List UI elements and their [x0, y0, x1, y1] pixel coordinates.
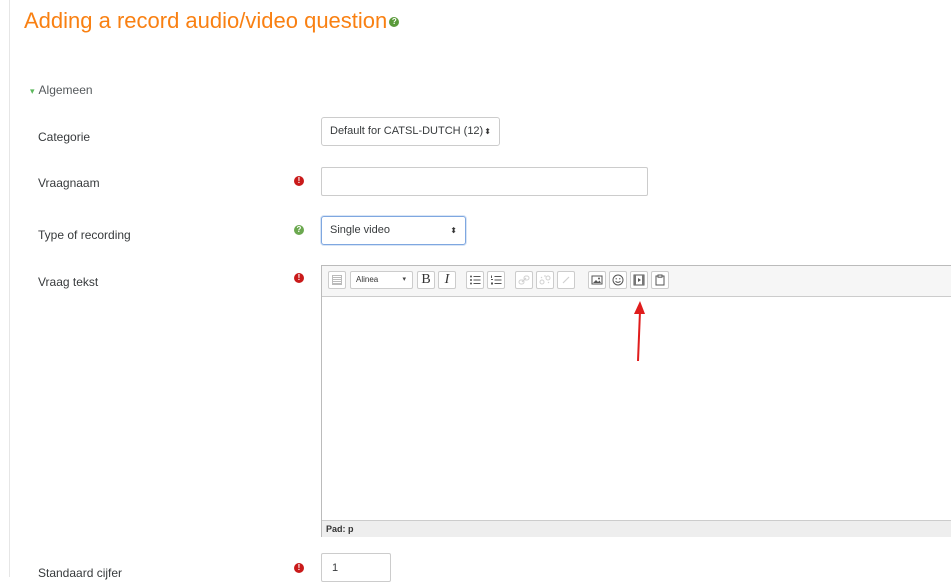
- image-icon: [591, 275, 603, 285]
- collapse-triangle-icon: ▾: [30, 86, 35, 96]
- emoticon-button[interactable]: [609, 271, 627, 289]
- unordered-list-button[interactable]: [466, 271, 484, 289]
- manage-files-button[interactable]: [651, 271, 669, 289]
- section-label: Algemeen: [38, 83, 93, 97]
- unlink-icon: [539, 275, 551, 285]
- media-film-icon: [633, 274, 645, 286]
- required-icon: !: [294, 176, 304, 186]
- editor-toolbar: Alinea ▾ B I: [322, 266, 951, 297]
- clipboard-icon: [655, 274, 665, 286]
- link-button[interactable]: [515, 271, 533, 289]
- select-arrows-icon: ⬍: [450, 226, 457, 235]
- paragraph-format-value: Alinea: [356, 275, 379, 284]
- link-icon: [518, 275, 530, 285]
- paragraph-format-select[interactable]: Alinea ▾: [350, 271, 413, 289]
- question-text-label: Vraag tekst: [38, 275, 99, 289]
- italic-icon: I: [444, 272, 450, 287]
- bold-button[interactable]: B: [417, 271, 435, 289]
- left-border: [9, 0, 10, 577]
- recording-type-value: Single video: [330, 224, 390, 236]
- unordered-list-icon: [470, 275, 481, 285]
- category-label: Categorie: [38, 130, 91, 144]
- dropdown-icon: ▾: [402, 276, 406, 283]
- required-icon: !: [294, 273, 304, 283]
- default-mark-input[interactable]: [321, 553, 391, 582]
- anchor-button[interactable]: [557, 271, 575, 289]
- required-icon: !: [294, 563, 304, 573]
- ordered-list-button[interactable]: [487, 271, 505, 289]
- section-toggle-general[interactable]: ▾ Algemeen: [30, 83, 93, 97]
- title-help-icon[interactable]: ?: [389, 17, 400, 28]
- default-mark-label: Standaard cijfer: [38, 566, 123, 580]
- anchor-icon: [562, 276, 570, 284]
- insert-media-button[interactable]: [630, 271, 648, 289]
- ordered-list-icon: [491, 275, 502, 285]
- annotation-arrow-icon: [634, 301, 645, 362]
- help-icon[interactable]: ?: [294, 225, 304, 235]
- page-title: Adding a record audio/video question?: [24, 8, 400, 34]
- select-arrows-icon: ⬍: [484, 127, 491, 136]
- toolbar-toggle-button[interactable]: [328, 271, 346, 289]
- editor-status-path: Pad: p: [322, 520, 951, 537]
- toolbar-toggle-icon: [332, 275, 342, 285]
- smiley-icon: [612, 274, 624, 286]
- category-select[interactable]: Default for CATSL-DUTCH (12) ⬍: [321, 117, 500, 146]
- italic-button[interactable]: I: [438, 271, 456, 289]
- insert-image-button[interactable]: [588, 271, 606, 289]
- category-select-value: Default for CATSL-DUTCH (12): [330, 125, 484, 137]
- recording-type-label: Type of recording: [38, 228, 131, 242]
- question-name-label: Vraagnaam: [38, 176, 100, 190]
- bold-icon: B: [421, 272, 431, 287]
- unlink-button[interactable]: [536, 271, 554, 289]
- question-name-input[interactable]: [321, 167, 648, 196]
- recording-type-select[interactable]: Single video ⬍: [321, 216, 466, 245]
